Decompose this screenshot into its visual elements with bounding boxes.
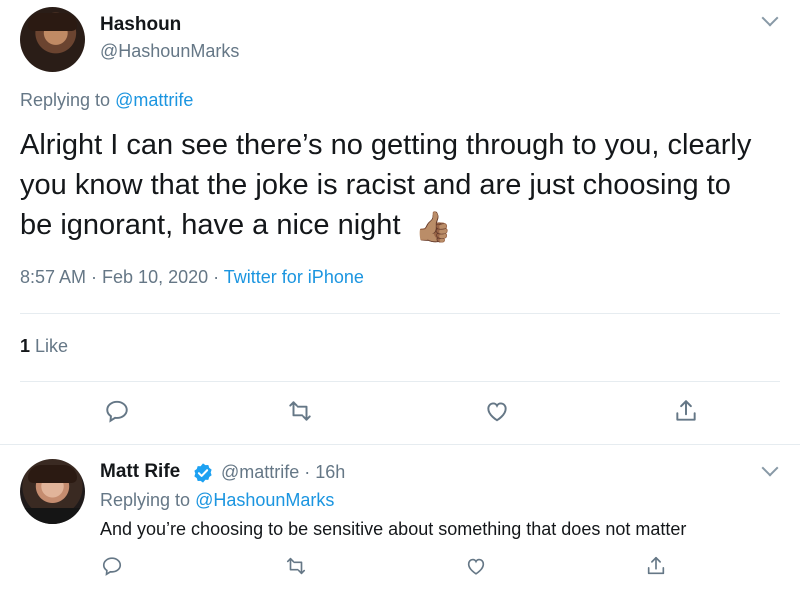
replying-prefix: Replying to — [20, 90, 111, 110]
avatar-hair — [28, 465, 77, 483]
chevron-down-icon[interactable] — [761, 9, 779, 27]
share-icon[interactable] — [673, 398, 699, 424]
source-link[interactable]: Twitter for iPhone — [224, 267, 364, 287]
like-icon[interactable] — [484, 398, 510, 424]
divider — [20, 313, 780, 314]
replying-prefix: Replying to — [100, 490, 191, 510]
timestamp[interactable]: 8:57 AM · Feb 10, 2020 · — [20, 267, 224, 287]
tweet-body: Alright I can see there’s no getting thr… — [20, 129, 752, 241]
likes-count[interactable]: 1 Like — [20, 336, 68, 357]
thumbs-up-emoji: 👍🏽 — [414, 211, 452, 244]
verified-badge-icon — [192, 462, 214, 484]
likes-label: Like — [35, 336, 69, 356]
divider — [0, 444, 800, 445]
replying-to: Replying to @mattrife — [20, 90, 193, 111]
chevron-down-icon[interactable] — [761, 459, 779, 477]
like-icon[interactable] — [465, 555, 491, 581]
avatar[interactable] — [20, 459, 85, 524]
reply-icon[interactable] — [101, 555, 127, 581]
user-handle-time[interactable]: @mattrife · 16h — [221, 462, 345, 483]
avatar[interactable] — [20, 7, 85, 72]
retweet-icon[interactable] — [287, 398, 313, 424]
display-name[interactable]: Matt Rife — [100, 461, 180, 483]
retweet-icon[interactable] — [285, 555, 311, 581]
user-handle[interactable]: @HashounMarks — [100, 41, 239, 62]
share-icon[interactable] — [645, 555, 671, 581]
avatar-shirt — [20, 508, 85, 524]
reply-icon[interactable] — [104, 398, 130, 424]
mention-link[interactable]: @HashounMarks — [195, 490, 334, 510]
replying-to: Replying to @HashounMarks — [100, 490, 334, 511]
tweet-thread: Hashoun @HashounMarks Replying to @mattr… — [0, 0, 800, 591]
mention-link[interactable]: @mattrife — [115, 90, 193, 110]
display-name[interactable]: Hashoun — [100, 14, 181, 36]
tweet-metadata: 8:57 AM · Feb 10, 2020 · Twitter for iPh… — [20, 267, 364, 288]
divider — [20, 381, 780, 382]
likes-number: 1 — [20, 336, 31, 356]
avatar-hair — [28, 13, 77, 31]
tweet-text: Alright I can see there’s no getting thr… — [20, 125, 760, 248]
tweet-text: And you’re choosing to be sensitive abou… — [100, 519, 687, 539]
